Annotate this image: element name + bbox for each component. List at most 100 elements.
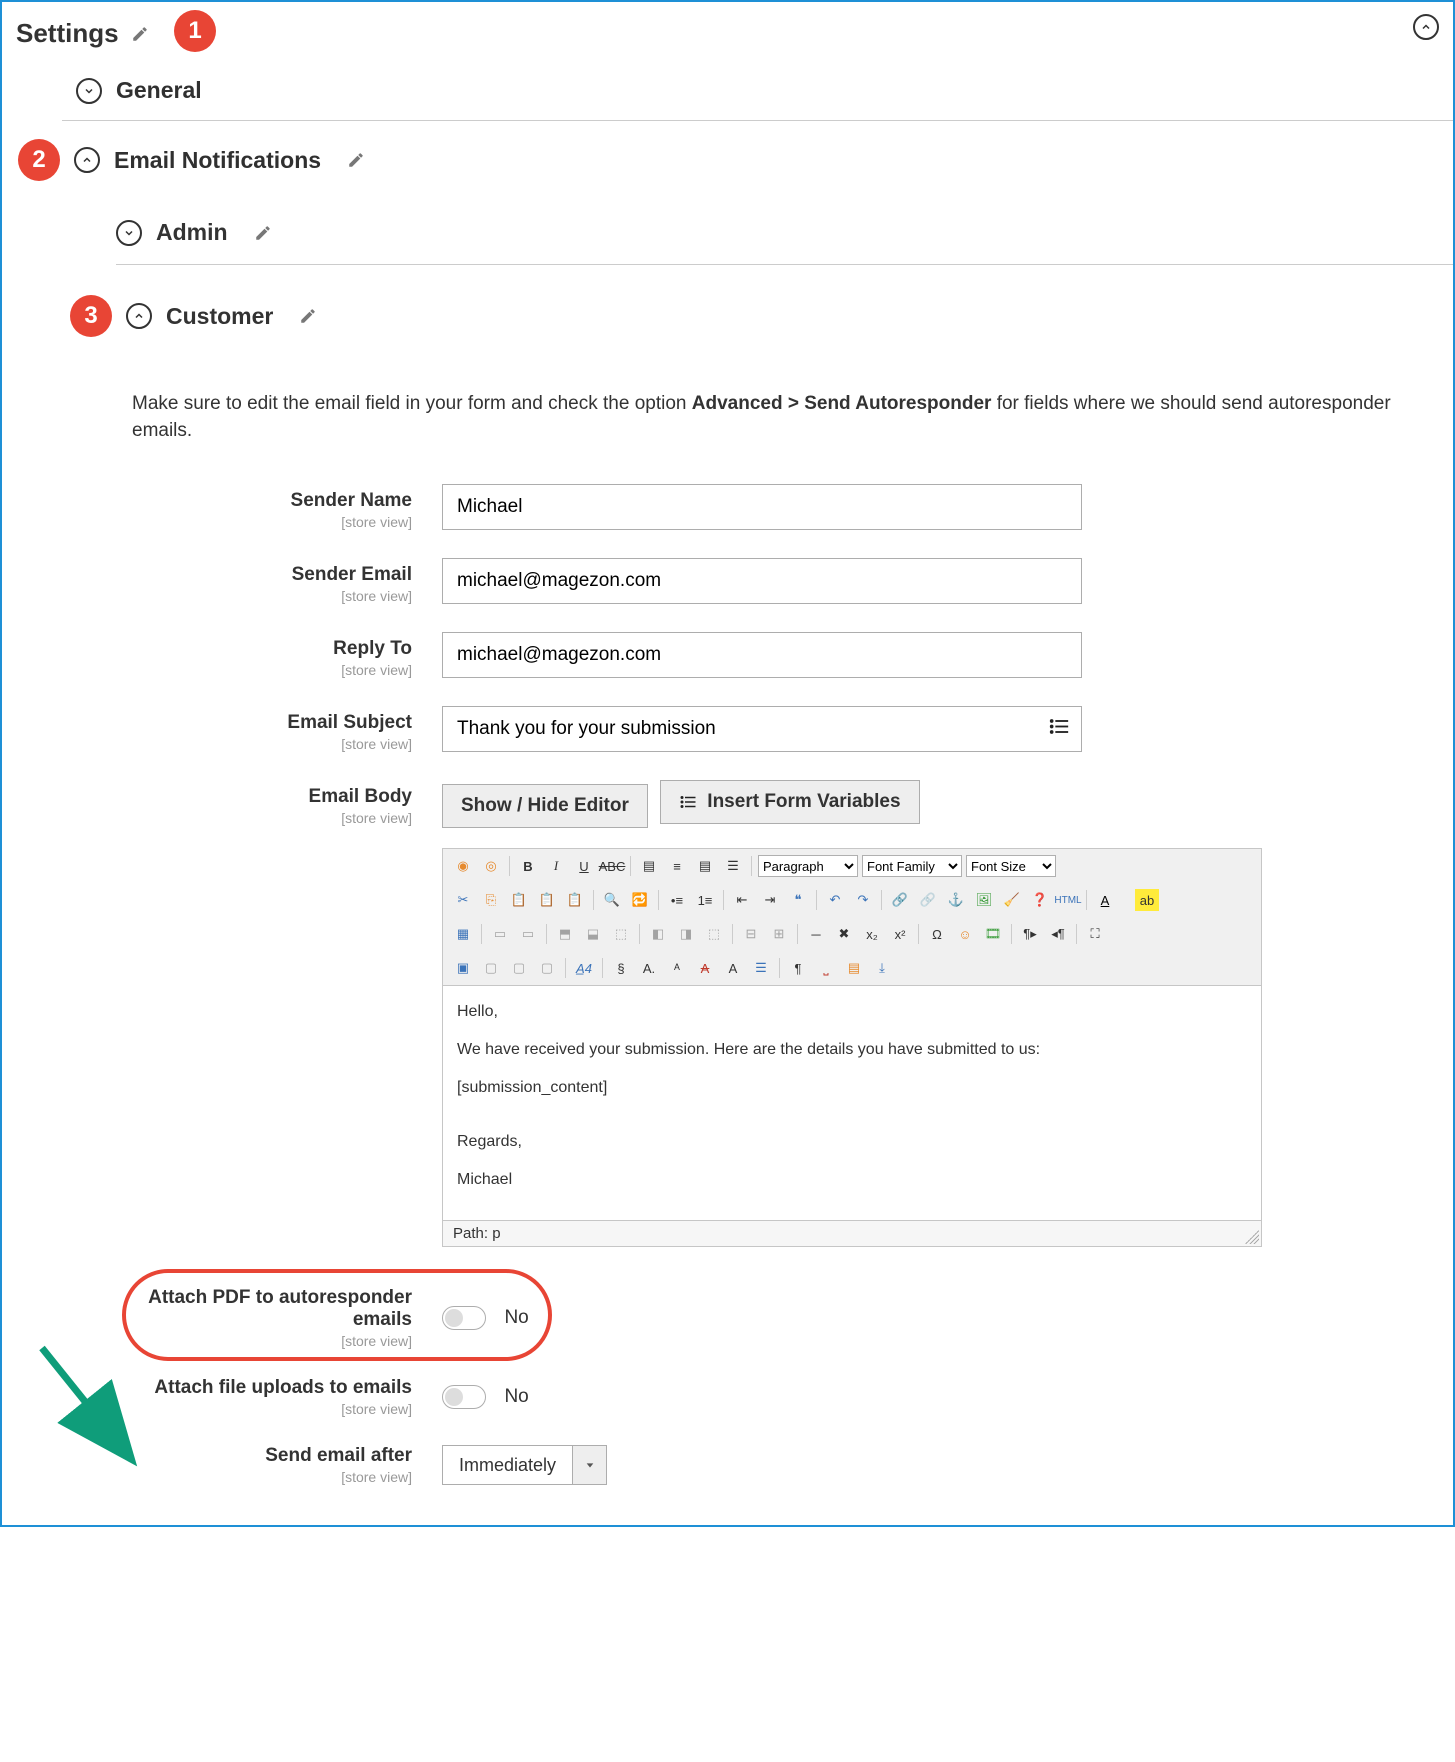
fullscreen-icon[interactable]: ⛶ [1083, 923, 1107, 945]
indent-icon[interactable]: ⇥ [758, 889, 782, 911]
paste-text-icon[interactable]: 📋 [535, 889, 559, 911]
sender-name-input[interactable] [442, 484, 1082, 530]
section-email-notifications[interactable]: 2 Email Notifications [62, 121, 1453, 197]
italic-icon[interactable]: I [544, 855, 568, 877]
html-icon[interactable]: HTML [1056, 889, 1080, 911]
film-icon[interactable]: 🎞 [981, 923, 1005, 945]
row-before-icon[interactable]: ⬒ [553, 923, 577, 945]
undo-icon[interactable]: ↶ [823, 889, 847, 911]
acronym-icon[interactable]: ᴬ [665, 957, 689, 979]
col-before-icon[interactable]: ◧ [646, 923, 670, 945]
redo-icon[interactable]: ↷ [851, 889, 875, 911]
section-general[interactable]: General [62, 59, 1453, 121]
bold-icon[interactable]: B [516, 855, 540, 877]
target-icon[interactable]: ◎ [479, 855, 503, 877]
ins-icon[interactable]: A [721, 957, 745, 979]
edit-customer-icon[interactable] [299, 307, 317, 325]
attr-icon[interactable]: ☰ [749, 957, 773, 979]
anchor-icon[interactable]: ⚓ [944, 889, 968, 911]
chevron-down-icon[interactable] [76, 78, 102, 104]
font-size-select[interactable]: Font Size [966, 855, 1056, 877]
layer-back-icon[interactable]: ▢ [507, 957, 531, 979]
show-chars-icon[interactable]: ¶ [786, 957, 810, 979]
cell-props-icon[interactable]: ▭ [516, 923, 540, 945]
paragraph-select[interactable]: Paragraph [758, 855, 858, 877]
align-left-icon[interactable]: ▤ [637, 855, 661, 877]
collapse-panel-icon[interactable] [1413, 14, 1439, 40]
layer-forward-icon[interactable]: ▢ [479, 957, 503, 979]
attach-files-toggle[interactable] [442, 1385, 486, 1409]
chevron-up-icon[interactable] [74, 147, 100, 173]
paste-word-icon[interactable]: 📋 [563, 889, 587, 911]
number-list-icon[interactable]: 1≡ [693, 889, 717, 911]
template-icon[interactable]: ▤ [842, 957, 866, 979]
media-icon[interactable]: 🧹 [1000, 889, 1024, 911]
chevron-up-icon[interactable] [126, 303, 152, 329]
help-icon[interactable]: ❓ [1028, 889, 1052, 911]
emoticon-icon[interactable]: ☺ [953, 923, 977, 945]
reply-to-input[interactable] [442, 632, 1082, 678]
send-after-select[interactable]: Immediately [442, 1445, 607, 1485]
align-justify-icon[interactable]: ☰ [721, 855, 745, 877]
superscript-icon[interactable]: x² [888, 923, 912, 945]
unlink-icon[interactable]: 🔗 [916, 889, 940, 911]
strikethrough-icon[interactable]: ABC [600, 855, 624, 877]
align-center-icon[interactable]: ≡ [665, 855, 689, 877]
edit-settings-icon[interactable] [131, 25, 149, 43]
row-after-icon[interactable]: ⬓ [581, 923, 605, 945]
chevron-down-icon[interactable] [116, 220, 142, 246]
ltr-icon[interactable]: ¶▸ [1018, 923, 1042, 945]
replace-icon[interactable]: 🔁 [628, 889, 652, 911]
style-icon[interactable]: A̲4 [572, 957, 596, 979]
cite-icon[interactable]: § [609, 957, 633, 979]
bg-color-icon[interactable]: ab [1135, 889, 1159, 911]
merge-icon[interactable]: ⊞ [767, 923, 791, 945]
delete-row-icon[interactable]: ⬚ [609, 923, 633, 945]
rss-icon[interactable]: ◉ [451, 855, 475, 877]
split-icon[interactable]: ⊟ [739, 923, 763, 945]
col-after-icon[interactable]: ◨ [674, 923, 698, 945]
abbr-icon[interactable]: A. [637, 957, 661, 979]
chevron-down-icon[interactable] [572, 1446, 606, 1484]
pagebreak-icon[interactable]: ⤓ [870, 957, 894, 979]
paste-icon[interactable]: 📋 [507, 889, 531, 911]
find-icon[interactable]: 🔍 [600, 889, 624, 911]
cut-icon[interactable]: ✂ [451, 889, 475, 911]
link-icon[interactable]: 🔗 [888, 889, 912, 911]
rtl-icon[interactable]: ◂¶ [1046, 923, 1070, 945]
attach-pdf-toggle[interactable] [442, 1306, 486, 1330]
delete-col-icon[interactable]: ⬚ [702, 923, 726, 945]
email-subject-label: Email Subject [132, 712, 412, 734]
insert-form-variables-button[interactable]: Insert Form Variables [660, 780, 919, 824]
sender-email-input[interactable] [442, 558, 1082, 604]
copy-icon[interactable]: ⎘ [479, 889, 503, 911]
editor-content[interactable]: Hello, We have received your submission.… [442, 986, 1262, 1221]
del-icon[interactable]: A [693, 957, 717, 979]
layer-icon[interactable]: ▣ [451, 957, 475, 979]
subscript-icon[interactable]: x₂ [860, 923, 884, 945]
row-props-icon[interactable]: ▭ [488, 923, 512, 945]
blockquote-icon[interactable]: ❝ [786, 889, 810, 911]
insert-variable-icon[interactable] [1048, 716, 1070, 743]
wysiwyg-editor: ◉ ◎ B I U ABC ▤ ≡ ▤ ☰ Paragraph [442, 848, 1423, 1247]
edit-admin-icon[interactable] [254, 224, 272, 242]
show-hide-editor-button[interactable]: Show / Hide Editor [442, 784, 648, 828]
edit-email-notifications-icon[interactable] [347, 151, 365, 169]
image-icon[interactable]: 🖼 [972, 889, 996, 911]
email-subject-input[interactable] [442, 706, 1082, 752]
underline-icon[interactable]: U [572, 855, 596, 877]
remove-format-icon[interactable]: ✖ [832, 923, 856, 945]
nbsp-icon[interactable]: ⎵ [814, 957, 838, 979]
resize-grip-icon[interactable] [1245, 1230, 1259, 1244]
layer-abs-icon[interactable]: ▢ [535, 957, 559, 979]
subsection-customer[interactable]: 3 Customer [116, 265, 1453, 355]
table-icon[interactable]: ▦ [451, 923, 475, 945]
outdent-icon[interactable]: ⇤ [730, 889, 754, 911]
bullet-list-icon[interactable]: •≡ [665, 889, 689, 911]
text-color-icon[interactable]: A [1093, 889, 1117, 911]
align-right-icon[interactable]: ▤ [693, 855, 717, 877]
subsection-admin[interactable]: Admin [116, 197, 1453, 265]
hr-icon[interactable]: ─ [804, 923, 828, 945]
font-family-select[interactable]: Font Family [862, 855, 962, 877]
special-char-icon[interactable]: Ω [925, 923, 949, 945]
